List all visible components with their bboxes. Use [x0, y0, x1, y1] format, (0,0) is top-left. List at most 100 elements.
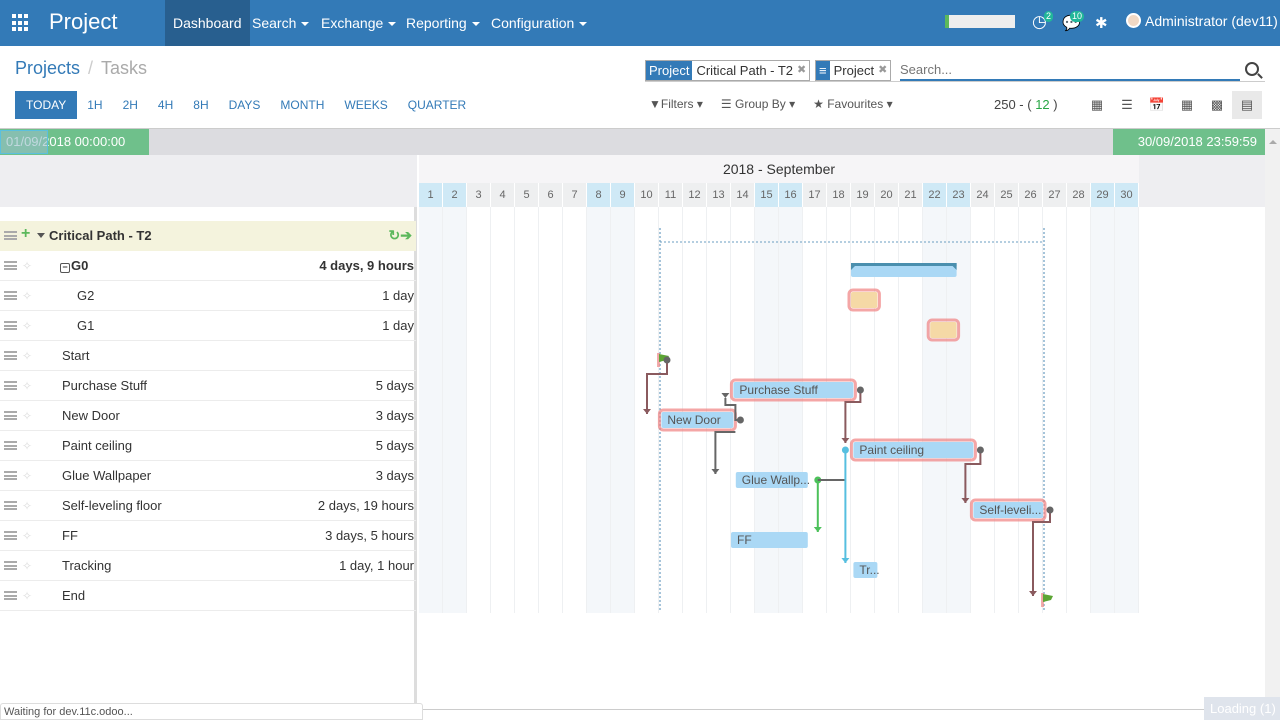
task-row[interactable]: ✧ Glue Wallpaper 3 days — [0, 461, 416, 491]
favourites-dropdown[interactable]: ★ Favourites ▾ — [813, 97, 893, 111]
link-start-newdoor — [646, 360, 668, 414]
drag-handle-icon[interactable] — [4, 531, 17, 540]
vertical-scrollbar[interactable] — [1265, 129, 1280, 709]
scroll-up-icon[interactable] — [1269, 140, 1277, 144]
move-icon[interactable]: ✧ — [22, 469, 32, 483]
drag-handle-icon[interactable] — [4, 351, 17, 360]
summary-bar-cap[interactable] — [851, 263, 957, 266]
move-icon[interactable]: ✧ — [22, 559, 32, 573]
collapse-caret-icon[interactable] — [37, 233, 45, 238]
range-end-handle[interactable]: 30/09/2018 23:59:59 — [1113, 129, 1265, 155]
drag-handle-icon[interactable] — [4, 501, 17, 510]
scale-today-button[interactable]: TODAY — [15, 91, 78, 119]
pager-count[interactable]: 12 — [1035, 97, 1049, 112]
gantt-view-icon[interactable]: ▤ — [1232, 91, 1262, 119]
task-bar-label[interactable]: Purchase Stuff — [739, 383, 818, 397]
task-row[interactable]: ✧ Start — [0, 341, 416, 371]
task-bar-label[interactable]: Glue Wallp... — [742, 473, 810, 487]
apps-menu-icon[interactable] — [12, 14, 30, 32]
scale-8h-button[interactable]: 8H — [183, 91, 218, 119]
search-input[interactable] — [900, 60, 1240, 81]
filters-dropdown[interactable]: ▼Filters ▾ — [649, 97, 703, 111]
task-row[interactable]: ✧ Purchase Stuff 5 days — [0, 371, 416, 401]
task-row[interactable]: ✧ FF 3 days, 5 hours — [0, 521, 416, 551]
move-icon[interactable]: ✧ — [22, 379, 32, 393]
breadcrumb-projects[interactable]: Projects — [15, 58, 80, 78]
drag-handle-icon[interactable] — [4, 471, 17, 480]
breadcrumb-separator: / — [88, 58, 94, 78]
scale-quarter-button[interactable]: QUARTER — [398, 91, 476, 119]
drag-handle-icon[interactable] — [4, 561, 17, 570]
drag-handle-icon[interactable] — [4, 261, 17, 270]
move-icon[interactable]: ✧ — [22, 259, 32, 273]
scale-4h-button[interactable]: 4H — [148, 91, 183, 119]
drag-handle-icon[interactable] — [4, 411, 17, 420]
drag-handle-icon[interactable] — [4, 381, 17, 390]
move-icon[interactable]: ✧ — [22, 529, 32, 543]
scale-days-button[interactable]: DAYS — [219, 91, 271, 119]
link-newdoor-purchase-dot — [736, 416, 744, 424]
top-navbar: Project Dashboard Search Exchange Report… — [0, 0, 1280, 46]
filters-label: Filters — [660, 97, 694, 111]
menu-reporting[interactable]: Reporting — [398, 0, 488, 46]
kanban-view-icon[interactable]: ▦ — [1082, 91, 1112, 119]
task-bar-label[interactable]: Self-leveli... — [979, 503, 1041, 517]
task-bar[interactable] — [930, 322, 957, 338]
task-row[interactable]: ✧ End — [0, 581, 416, 611]
menu-exchange[interactable]: Exchange — [313, 0, 404, 46]
menu-configuration[interactable]: Configuration — [483, 0, 595, 46]
groupby-dropdown[interactable]: ☰ Group By ▾ — [721, 97, 795, 111]
task-name: G1 — [77, 318, 94, 333]
graph-view-icon[interactable]: ▩ — [1202, 91, 1232, 119]
drag-handle-icon[interactable] — [4, 291, 17, 300]
menu-search[interactable]: Search — [244, 0, 317, 46]
user-menu[interactable]: Administrator (dev11) — [1126, 13, 1278, 29]
add-task-icon[interactable]: + — [21, 225, 30, 243]
scale-month-button[interactable]: MONTH — [270, 91, 334, 119]
drag-handle-icon[interactable] — [4, 231, 17, 240]
task-row[interactable]: ✧ − G0 4 days, 9 hours — [0, 251, 416, 281]
task-bar-label[interactable]: New Door — [667, 413, 720, 427]
debug-bug-icon[interactable]: ✱ — [1095, 14, 1108, 32]
link-paint-self-arrow-icon — [961, 498, 970, 503]
move-icon[interactable]: ✧ — [22, 589, 32, 603]
drag-handle-icon[interactable] — [4, 441, 17, 450]
group-row[interactable]: + Critical Path - T2 ↻➔ — [0, 221, 416, 251]
menu-label: Dashboard — [173, 15, 242, 31]
task-bar-label[interactable]: FF — [737, 533, 752, 547]
task-duration: 2 days, 19 hours — [317, 498, 414, 513]
move-icon[interactable]: ✧ — [22, 439, 32, 453]
facet-remove-icon[interactable]: ✖ — [878, 61, 890, 80]
move-icon[interactable]: ✧ — [22, 319, 32, 333]
move-icon[interactable]: ✧ — [22, 499, 32, 513]
pivot-view-icon[interactable]: ▦ — [1172, 91, 1202, 119]
move-icon[interactable]: ✧ — [22, 289, 32, 303]
task-bar[interactable] — [851, 292, 878, 308]
collapse-icon[interactable]: − — [60, 263, 70, 273]
facet-remove-icon[interactable]: ✖ — [797, 61, 809, 80]
menu-dashboard[interactable]: Dashboard — [165, 0, 250, 46]
scale-1h-button[interactable]: 1H — [77, 91, 112, 119]
gantt-bars-layer: Purchase Stuff New Door Paint ceiling Glue … — [643, 228, 1054, 610]
calendar-view-icon[interactable]: 📅 — [1142, 91, 1172, 119]
drag-handle-icon[interactable] — [4, 591, 17, 600]
refresh-arrow-icon[interactable]: ↻➔ — [389, 227, 412, 244]
drag-handle-icon[interactable] — [4, 321, 17, 330]
task-row[interactable]: ✧ G2 1 day — [0, 281, 416, 311]
list-view-icon[interactable]: ☰ — [1112, 91, 1142, 119]
scale-2h-button[interactable]: 2H — [113, 91, 148, 119]
task-row[interactable]: ✧ New Door 3 days — [0, 401, 416, 431]
scale-weeks-button[interactable]: WEEKS — [334, 91, 397, 119]
task-row[interactable]: ✧ Paint ceiling 5 days — [0, 431, 416, 461]
task-bar-label[interactable]: Paint ceiling — [859, 443, 924, 457]
search-icon[interactable] — [1245, 62, 1259, 76]
move-icon[interactable]: ✧ — [22, 349, 32, 363]
task-row[interactable]: ✧ Tracking 1 day, 1 hour — [0, 551, 416, 581]
task-duration: 5 days — [375, 438, 414, 453]
caret-down-icon — [388, 22, 397, 27]
task-bar-label[interactable]: Tr... — [859, 563, 879, 577]
task-row[interactable]: ✧ G1 1 day — [0, 311, 416, 341]
task-name: Purchase Stuff — [62, 378, 147, 393]
move-icon[interactable]: ✧ — [22, 409, 32, 423]
task-row[interactable]: ✧ Self-leveling floor 2 days, 19 hours — [0, 491, 416, 521]
